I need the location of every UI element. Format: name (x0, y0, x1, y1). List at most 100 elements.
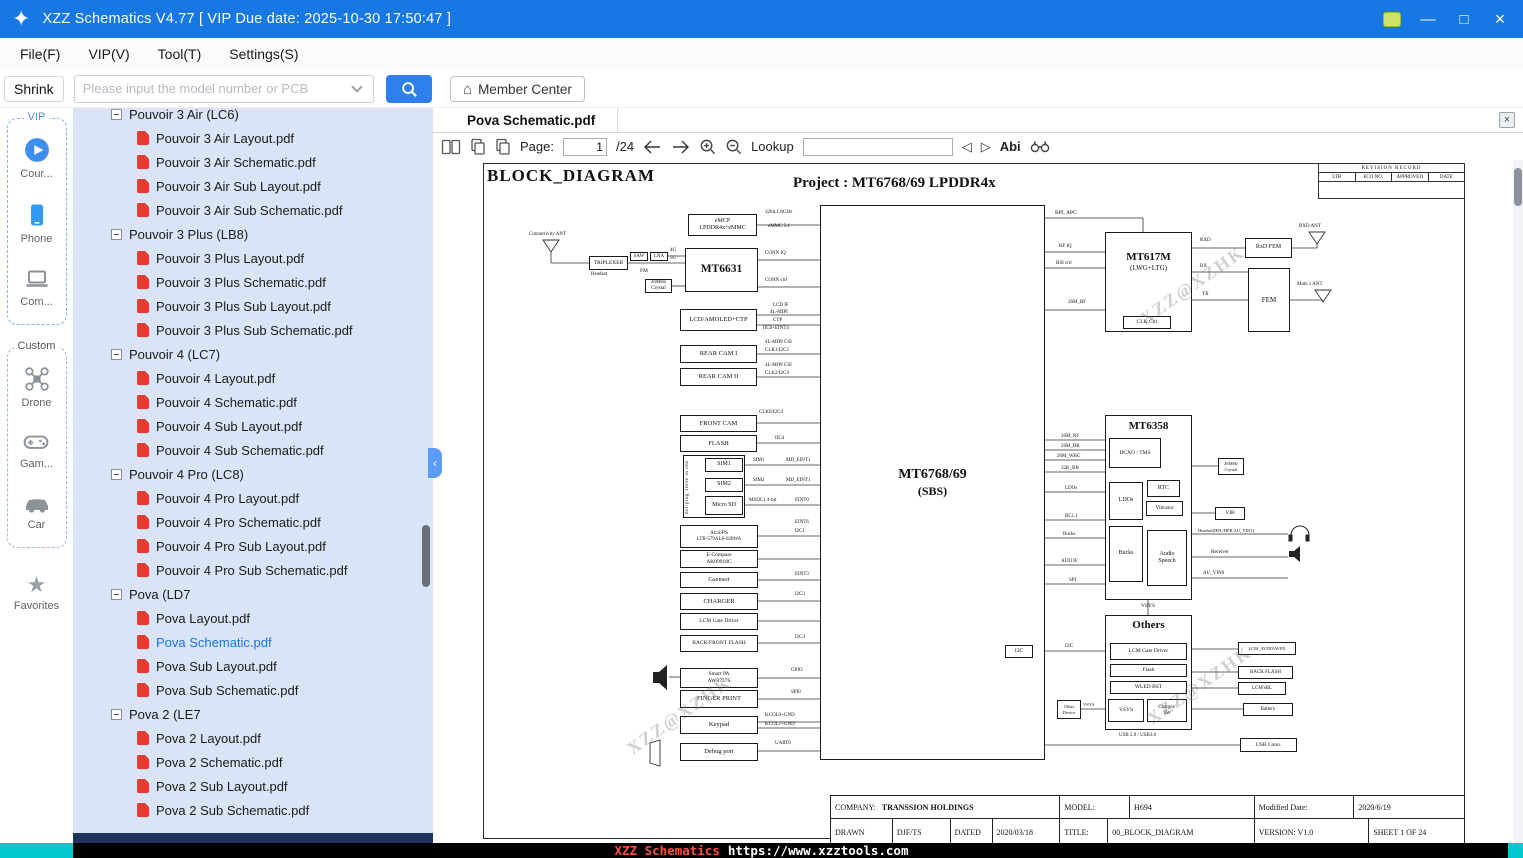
tree-item[interactable]: Pouvoir 3 Air Layout.pdf (73, 126, 433, 150)
pdf-scroll-thumb[interactable] (1514, 168, 1522, 206)
tree-item[interactable]: Pova (LD7 (73, 582, 433, 606)
label-csi2: 4L-MIPI CSI (765, 363, 792, 368)
search-button[interactable] (386, 75, 432, 103)
collapse-icon[interactable] (111, 589, 122, 600)
collapse-icon[interactable] (111, 469, 122, 480)
menu-item[interactable]: VIP(V) (74, 46, 143, 62)
two-page-view-icon[interactable] (441, 139, 461, 155)
tree-item[interactable]: Pouvoir 4 (LC7) (73, 342, 433, 366)
zoom-out-icon[interactable] (725, 138, 742, 155)
tree-item[interactable]: Pouvoir 4 Pro Sub Layout.pdf (73, 534, 433, 558)
tree-item[interactable]: Pouvoir 4 Schematic.pdf (73, 390, 433, 414)
block-mt6631: MT6631 (685, 248, 758, 292)
member-center-button[interactable]: ⌂ Member Center (450, 76, 585, 102)
tree-item[interactable]: Pova Sub Schematic.pdf (73, 678, 433, 702)
sidebar-item-game[interactable]: Gam... (20, 431, 53, 470)
block-vibrator: Vibrator (1146, 501, 1183, 516)
tree-item[interactable]: Pouvoir 3 Plus Schematic.pdf (73, 270, 433, 294)
tree-item[interactable]: Pova Schematic.pdf (73, 630, 433, 654)
sidebar-item-label: Drone (22, 397, 52, 409)
close-button[interactable]: × (1491, 9, 1509, 30)
sidebar-item-car[interactable]: Car (23, 492, 51, 531)
collapse-icon[interactable] (111, 709, 122, 720)
pdf-vertical-scrollbar[interactable] (1513, 160, 1523, 843)
label-aud-if: AUD IF (1061, 559, 1078, 564)
next-page-icon[interactable] (671, 140, 690, 154)
zoom-in-icon[interactable] (699, 138, 716, 155)
sidebar-item-course[interactable]: Cour... (20, 137, 52, 180)
chevron-down-icon[interactable] (351, 81, 362, 92)
pdf-icon (137, 419, 149, 433)
tree-item[interactable]: Pova Layout.pdf (73, 606, 433, 630)
tree-item[interactable]: Pouvoir 4 Pro Layout.pdf (73, 486, 433, 510)
menu-item[interactable]: Settings(S) (215, 46, 312, 62)
tree-item[interactable]: Pouvoir 3 Plus Sub Schematic.pdf (73, 318, 433, 342)
tree-item[interactable]: Pova 2 Sub Layout.pdf (73, 774, 433, 798)
close-document-icon[interactable]: × (1499, 112, 1515, 128)
sidebar-item-drone[interactable]: Drone (22, 366, 52, 409)
label-rf-iq: RF IQ (1059, 244, 1072, 249)
collapse-icon[interactable] (111, 229, 122, 240)
tree-item[interactable]: Pouvoir 3 Plus (LB8) (73, 222, 433, 246)
tree-item[interactable]: Pouvoir 3 Plus Layout.pdf (73, 246, 433, 270)
tree-horizontal-scrollbar[interactable] (73, 833, 433, 843)
sidebar-item-favorites[interactable]: ★ Favorites (14, 574, 59, 612)
custom-group-label: Custom (14, 340, 60, 352)
tree-item[interactable]: Pouvoir 4 Sub Layout.pdf (73, 414, 433, 438)
label-headset-r: Headset(HPL/HPR,AU_VIN1) (1198, 528, 1254, 533)
tree-item[interactable]: Pova 2 Sub Schematic.pdf (73, 798, 433, 822)
lookup-input[interactable] (803, 138, 953, 156)
sheet-title-label: TITLE: (1060, 819, 1108, 843)
find-next-icon[interactable]: ▷ (981, 139, 991, 155)
page-number-input[interactable] (563, 138, 607, 156)
pdf-icon (137, 731, 149, 745)
modified-label: Modified Date: (1255, 796, 1355, 818)
collapse-icon[interactable] (111, 349, 122, 360)
sidebar-item-computer[interactable]: Com... (20, 267, 52, 308)
tree-item[interactable]: Pouvoir 3 Air Schematic.pdf (73, 150, 433, 174)
copy-page-alt-icon[interactable] (495, 138, 511, 155)
block-crystal-26mhz: 26MHz Crystal (645, 279, 672, 293)
tree-item[interactable]: Pova 2 Schematic.pdf (73, 750, 433, 774)
tree-item[interactable]: Pouvoir 3 Air (LC6) (73, 108, 433, 126)
tree-item[interactable]: Pova 2 Layout.pdf (73, 726, 433, 750)
menu-item[interactable]: File(F) (6, 46, 74, 62)
binoculars-icon[interactable] (1030, 140, 1050, 153)
tree-item[interactable]: Pouvoir 3 Plus Sub Layout.pdf (73, 294, 433, 318)
panel-collapse-handle[interactable]: ‹ (428, 448, 442, 478)
previous-page-icon[interactable] (643, 140, 662, 154)
model-search-box[interactable] (74, 75, 374, 103)
tree-item[interactable]: Pouvoir 4 Pro Sub Schematic.pdf (73, 558, 433, 582)
find-previous-icon[interactable]: ◁ (962, 139, 972, 155)
document-tab[interactable]: Pova Schematic.pdf (445, 108, 618, 132)
tree-scroll-thumb[interactable] (422, 525, 430, 587)
license-card-icon[interactable] (1383, 12, 1401, 27)
shrink-button[interactable]: Shrink (4, 76, 64, 102)
minimize-button[interactable]: — (1419, 11, 1437, 28)
statusbar-url[interactable]: https://www.xzztools.com (728, 843, 909, 858)
tree-item[interactable]: Pova Sub Layout.pdf (73, 654, 433, 678)
sidebar-item-label: Favorites (14, 600, 59, 612)
tree-item[interactable]: Pouvoir 4 Layout.pdf (73, 366, 433, 390)
maximize-button[interactable]: □ (1455, 11, 1473, 28)
search-input[interactable] (75, 81, 353, 96)
menu-item[interactable]: Tool(T) (144, 46, 216, 62)
tree-item[interactable]: Pouvoir 4 Pro Schematic.pdf (73, 510, 433, 534)
label-ldos: LDOs (1065, 486, 1077, 491)
pdf-canvas[interactable]: BLOCK_DIAGRAM Project : MT6768/69 LPDDR4… (433, 160, 1523, 843)
tree-item[interactable]: Pouvoir 4 Pro (LC8) (73, 462, 433, 486)
copy-page-icon[interactable] (470, 138, 486, 155)
collapse-icon[interactable] (111, 109, 122, 120)
match-case-toggle[interactable]: Abi (1000, 139, 1021, 154)
tree-item[interactable]: Pouvoir 3 Air Sub Layout.pdf (73, 174, 433, 198)
titlebar: ✦ XZZ Schematics V4.77 [ VIP Due date: 2… (0, 0, 1523, 38)
home-icon: ⌂ (463, 81, 472, 98)
tree-item[interactable]: Pouvoir 3 Air Sub Schematic.pdf (73, 198, 433, 222)
label-bpi-apc: BPI, APC (1055, 210, 1077, 216)
tree-item[interactable]: Pova 2 (LE7 (73, 702, 433, 726)
block-line: Speech (1158, 558, 1175, 565)
file-tree: Pouvoir 3 Air (LC6) Pouvoir 3 Air Layout… (73, 108, 433, 822)
sidebar-item-phone[interactable]: Phone (21, 202, 53, 245)
tree-item[interactable]: Pouvoir 4 Sub Schematic.pdf (73, 438, 433, 462)
block-line: LPDDR4x+eMMC (699, 225, 745, 232)
